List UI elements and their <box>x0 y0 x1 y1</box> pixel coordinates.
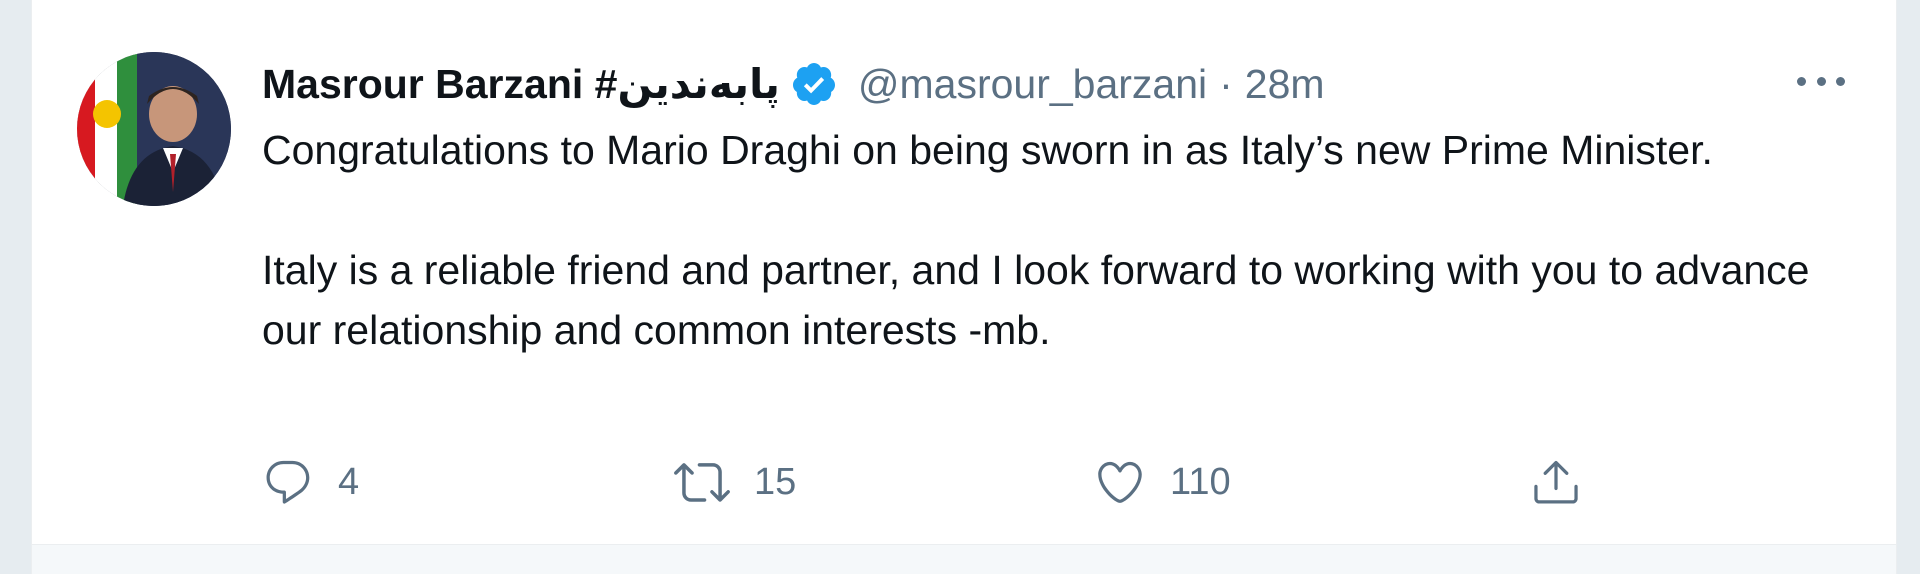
tweet-body: Congratulations to Mario Draghi on being… <box>262 120 1842 360</box>
more-dot <box>1797 76 1806 86</box>
retweet-button[interactable]: 15 <box>674 452 796 512</box>
tweet-header: Masrour Barzani #پابەندین @masrour_barza… <box>262 56 1325 112</box>
page: Masrour Barzani #پابەندین @masrour_barza… <box>0 0 1920 574</box>
reply-button[interactable]: 4 <box>262 452 359 512</box>
more-dot <box>1836 76 1845 86</box>
reply-icon <box>262 456 314 508</box>
author-name[interactable]: Masrour Barzani #پابەندین <box>262 60 780 108</box>
verified-badge-icon <box>790 60 838 108</box>
previous-tweet-edge <box>31 0 1897 19</box>
avatar-photo <box>77 52 231 206</box>
tweet-paragraph: Congratulations to Mario Draghi on being… <box>262 127 1713 173</box>
author-handle[interactable]: @masrour_barzani <box>858 61 1207 108</box>
next-tweet-edge <box>31 545 1897 574</box>
separator-dot: · <box>1219 60 1233 107</box>
retweet-icon <box>674 454 730 510</box>
share-icon <box>1530 456 1582 508</box>
like-count: 110 <box>1170 460 1231 503</box>
retweet-count: 15 <box>754 460 797 503</box>
tweet-actions: 4 15 110 <box>262 452 1592 512</box>
more-dot <box>1816 76 1826 86</box>
avatar[interactable] <box>77 52 231 206</box>
tweet-paragraph: Italy is a reliable friend and partner, … <box>262 247 1821 353</box>
reply-count: 4 <box>338 460 360 503</box>
tweet-timestamp[interactable]: 28m <box>1245 61 1325 108</box>
like-icon <box>1094 456 1146 508</box>
like-button[interactable]: 110 <box>1094 452 1231 512</box>
share-button[interactable] <box>1530 452 1582 512</box>
more-horizontal-icon[interactable] <box>1797 66 1845 96</box>
